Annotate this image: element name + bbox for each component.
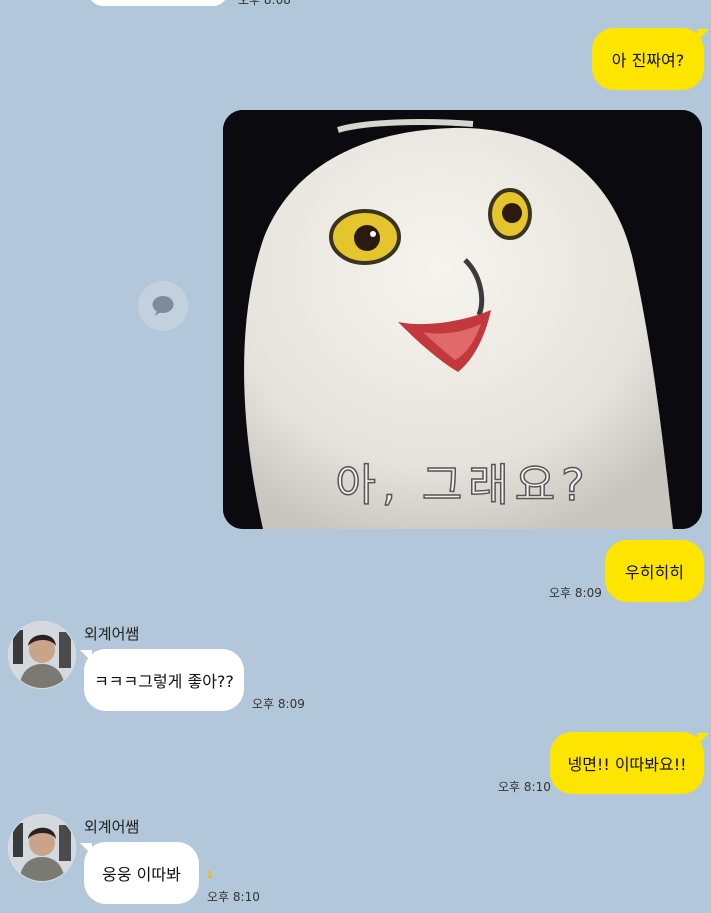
avatar[interactable] <box>8 814 76 882</box>
avatar[interactable] <box>8 621 76 689</box>
my-message-bubble[interactable]: 넹면!! 이따봐요!! <box>550 732 704 794</box>
message-time: 오후 8:09 <box>252 697 305 711</box>
message-text: ㅋㅋㅋ그렇게 좋아?? <box>94 672 234 691</box>
unread-count: 1 <box>206 870 213 881</box>
message-time: 오후 8:09 <box>549 586 602 600</box>
image-message[interactable]: 아, 그래요? <box>223 110 702 529</box>
message-time: 오후 8:10 <box>207 890 260 904</box>
message-text: 넹면!! 이따봐요!! <box>567 755 687 774</box>
my-message-bubble[interactable]: 아 진짜여? <box>592 28 704 90</box>
other-message-bubble[interactable]: ㅋㅋㅋ그렇게 좋아?? <box>84 649 244 711</box>
message-text: 웅웅 이따봐 <box>102 865 181 884</box>
chat-bubble-icon <box>152 296 174 316</box>
partial-message-time: 오후 8:08 <box>238 0 291 7</box>
sender-name: 외계어쌤 <box>84 625 140 643</box>
owl-image: 아, 그래요? <box>223 110 702 529</box>
partial-message-bubble[interactable] <box>88 0 228 6</box>
my-message-bubble[interactable]: 우히히히 <box>605 540 704 602</box>
image-caption: 아, 그래요? <box>335 460 590 511</box>
bubble-tail <box>697 29 709 41</box>
share-button[interactable] <box>138 281 188 331</box>
sender-name: 외계어쌤 <box>84 818 140 836</box>
profile-photo-icon <box>9 622 75 688</box>
message-time: 오후 8:10 <box>498 780 551 794</box>
message-text: 우히히히 <box>625 563 684 582</box>
bubble-tail <box>697 733 709 745</box>
other-message-bubble[interactable]: 웅웅 이따봐 <box>84 842 199 904</box>
profile-photo-icon <box>9 815 75 881</box>
message-text: 아 진짜여? <box>611 51 685 70</box>
